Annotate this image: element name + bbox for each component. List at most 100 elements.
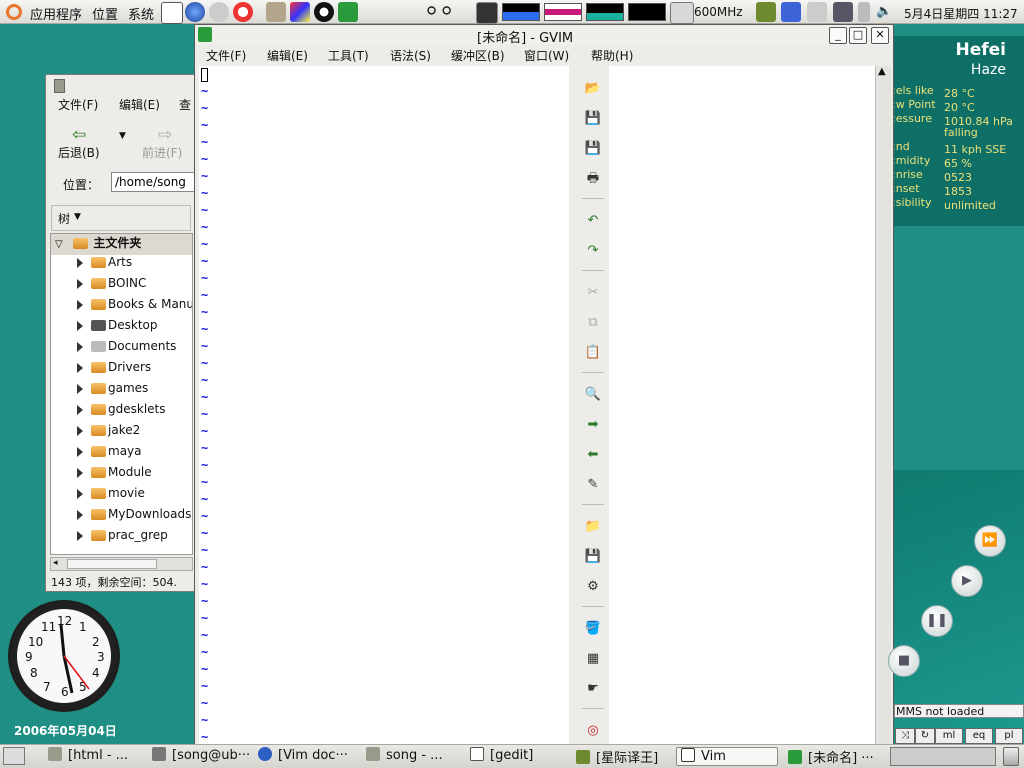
browser-launcher-icon[interactable]: [185, 2, 205, 22]
tree-folder-row[interactable]: movie: [55, 486, 145, 507]
media-library-button[interactable]: ml: [935, 728, 963, 744]
vim-menu-window[interactable]: 窗口(W): [524, 47, 569, 64]
collapsed-triangle-icon[interactable]: [77, 320, 83, 331]
back-button[interactable]: 后退(B): [58, 144, 100, 161]
vim-menu-syntax[interactable]: 语法(S): [390, 47, 431, 64]
print-icon[interactable]: 🖶: [584, 170, 602, 188]
vim-menu-file[interactable]: 文件(F): [206, 47, 246, 64]
collapsed-triangle-icon[interactable]: [77, 383, 83, 394]
terminal-launcher-icon[interactable]: [476, 2, 498, 24]
text-editor-launcher-icon[interactable]: [161, 2, 183, 24]
scroll-up-arrow-icon[interactable]: ▲: [878, 66, 886, 77]
collapsed-triangle-icon[interactable]: [77, 467, 83, 478]
fm-menu-view[interactable]: 查: [179, 96, 191, 113]
undo-icon[interactable]: ↶: [584, 212, 602, 230]
collapsed-triangle-icon[interactable]: [77, 425, 83, 436]
help-icon[interactable]: ◎: [584, 722, 602, 740]
fm-menu-edit[interactable]: 编辑(E): [119, 96, 160, 113]
system-menu[interactable]: 系统: [128, 4, 154, 23]
vim-vertical-scrollbar[interactable]: ▲ ▼: [875, 66, 891, 756]
panel-clock[interactable]: 5月4日星期四 11:27: [904, 5, 1018, 22]
qq-launcher-icon[interactable]: [314, 2, 334, 22]
back-history-dropdown-icon[interactable]: ▼: [119, 131, 126, 141]
network-status-icon[interactable]: [833, 2, 853, 22]
dictionary-icon[interactable]: [756, 2, 776, 22]
mail-launcher-icon[interactable]: [209, 2, 229, 22]
vim-menu-tools[interactable]: 工具(T): [328, 47, 369, 64]
taskbar-button[interactable]: [song@ub···: [152, 747, 250, 766]
applications-menu[interactable]: 应用程序: [30, 4, 82, 23]
tree-folder-row[interactable]: Books & Manuals: [55, 297, 192, 318]
taskbar-button-active[interactable]: Vim: [676, 747, 778, 766]
collapsed-triangle-icon[interactable]: [77, 488, 83, 499]
scroll-left-arrow-icon[interactable]: ◂: [53, 558, 58, 568]
find-next-icon[interactable]: ➡: [584, 416, 602, 434]
repeat-icon[interactable]: ↻: [915, 728, 935, 744]
tree-folder-row[interactable]: jake2: [55, 423, 140, 444]
taskbar-button[interactable]: [星际译王]: [576, 747, 674, 766]
save-icon[interactable]: 💾: [584, 110, 602, 128]
location-input[interactable]: [111, 172, 194, 192]
notification-icon[interactable]: [858, 2, 870, 22]
tree-horizontal-scrollbar[interactable]: ◂: [50, 557, 193, 571]
load-session-icon[interactable]: ✎: [584, 476, 602, 494]
playlist-button[interactable]: pl: [995, 728, 1023, 744]
vim-menu-buffers[interactable]: 缓冲区(B): [451, 47, 505, 64]
tree-folder-row[interactable]: gdesklets: [55, 402, 166, 423]
save-all-icon[interactable]: 💾: [584, 140, 602, 158]
equalizer-button[interactable]: eq: [965, 728, 993, 744]
tree-folder-row[interactable]: Drivers: [55, 360, 151, 381]
collapsed-triangle-icon[interactable]: [77, 509, 83, 520]
puzzle-icon[interactable]: [781, 2, 801, 22]
package-launcher-icon[interactable]: [266, 2, 286, 22]
taskbar-button[interactable]: [未命名] ···: [788, 747, 884, 766]
view-mode-dropdown[interactable]: 树 ▼: [51, 205, 191, 231]
run-script-icon[interactable]: 💾: [584, 548, 602, 566]
open-file-icon[interactable]: 📂: [584, 80, 602, 98]
printer-icon[interactable]: [807, 2, 827, 22]
tree-folder-row[interactable]: Desktop: [55, 318, 158, 339]
taskbar-button[interactable]: [html - ...: [48, 747, 146, 766]
next-track-icon[interactable]: ⏩: [974, 525, 1006, 557]
show-desktop-icon[interactable]: [3, 747, 25, 765]
back-arrow-icon[interactable]: ⇦: [72, 125, 86, 145]
tree-folder-row[interactable]: games: [55, 381, 148, 402]
tree-folder-row[interactable]: Module: [55, 465, 152, 486]
jump-tag-icon[interactable]: ☛: [584, 680, 602, 698]
maximize-button[interactable]: □: [849, 27, 867, 44]
minimize-button[interactable]: _: [829, 27, 847, 44]
vim-text-area[interactable]: ~ ~ ~ ~ ~ ~ ~ ~ ~ ~ ~ ~ ~ ~ ~ ~ ~ ~ ~ ~ …: [199, 66, 569, 756]
places-menu[interactable]: 位置: [92, 4, 118, 23]
redo-icon[interactable]: ↷: [584, 242, 602, 260]
trash-icon[interactable]: [1003, 747, 1019, 766]
paste-icon[interactable]: 📋: [584, 344, 602, 362]
copy-icon[interactable]: ⧉: [584, 314, 602, 332]
ctags-icon[interactable]: ▦: [584, 650, 602, 668]
shell-icon[interactable]: 🪣: [584, 620, 602, 638]
play-icon[interactable]: ▶: [951, 565, 983, 597]
tree-root-home[interactable]: ▽ 主文件夹: [51, 234, 192, 255]
tree-folder-row[interactable]: MyDownloads: [55, 507, 191, 528]
workspace-switcher[interactable]: [890, 747, 996, 766]
volume-icon[interactable]: 🔈: [876, 4, 892, 19]
taskbar-button[interactable]: [gedit]: [470, 747, 568, 766]
gvim-titlebar[interactable]: [未命名] - GVIM _ □ ✕: [195, 25, 893, 46]
shuffle-icon[interactable]: ⤨: [895, 728, 915, 744]
vim-launcher-icon[interactable]: [338, 2, 358, 22]
close-button[interactable]: ✕: [871, 27, 889, 44]
find-previous-icon[interactable]: ⬅: [584, 446, 602, 464]
vim-menu-edit[interactable]: 编辑(E): [267, 47, 308, 64]
forward-button[interactable]: 前进(F): [142, 144, 182, 161]
find-replace-icon[interactable]: 🔍: [584, 386, 602, 404]
tree-folder-row[interactable]: Documents: [55, 339, 176, 360]
scroll-thumb[interactable]: [67, 559, 157, 569]
graphics-launcher-icon[interactable]: [290, 2, 310, 22]
collapsed-triangle-icon[interactable]: [77, 341, 83, 352]
fm-menu-file[interactable]: 文件(F): [58, 96, 98, 113]
taskbar-button[interactable]: [Vim doc···: [258, 747, 356, 766]
vim-empty-pane[interactable]: [609, 66, 875, 756]
collapsed-triangle-icon[interactable]: [77, 278, 83, 289]
collapsed-triangle-icon[interactable]: [77, 446, 83, 457]
collapsed-triangle-icon[interactable]: [77, 530, 83, 541]
tree-folder-row[interactable]: prac_grep: [55, 528, 168, 549]
